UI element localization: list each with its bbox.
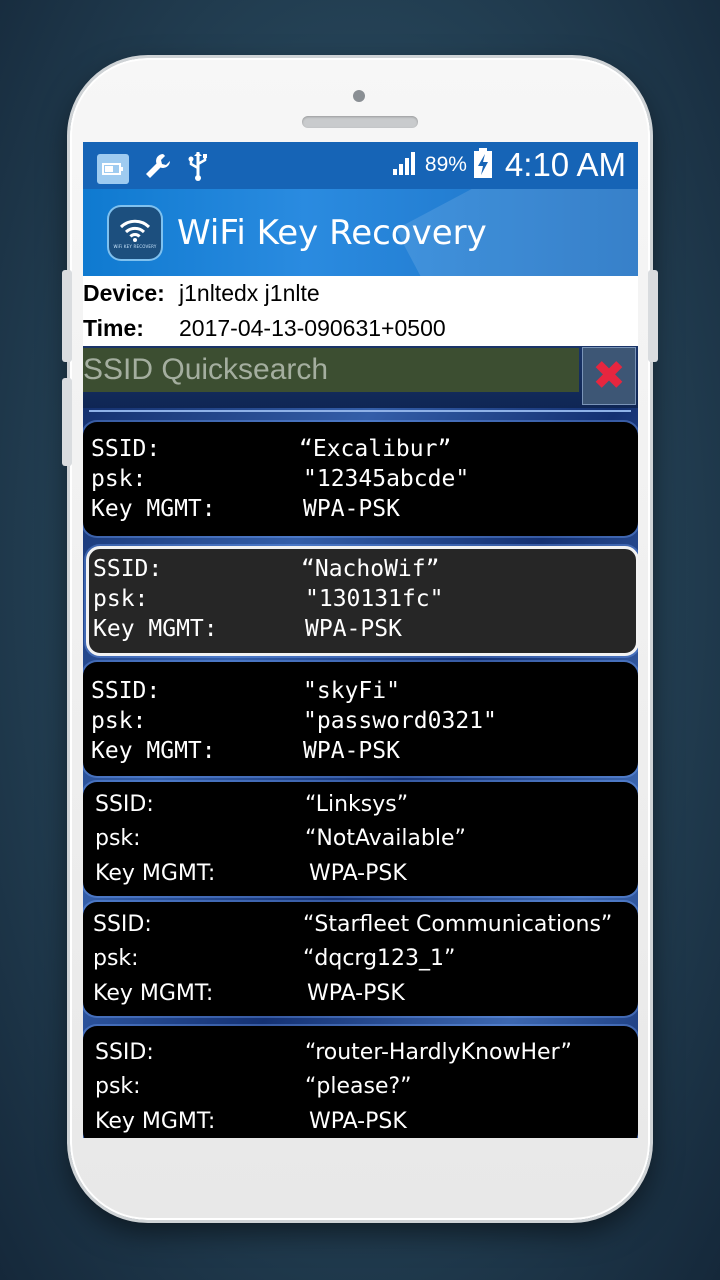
key-mgmt-label: Key MGMT: <box>93 981 214 1006</box>
phone-screen: 89% 4:10 AM WiFi KEY RECOVERY WiFi Key R… <box>83 142 638 1138</box>
clear-search-button[interactable]: ✖ <box>582 347 636 405</box>
ssid-value: “router-HardlyKnowHer” <box>305 1040 572 1065</box>
network-card-selected[interactable]: SSID: “NachoWif” psk: "130131fc" Key MGMT:… <box>86 546 638 656</box>
close-x-icon: ✖ <box>592 353 626 399</box>
psk-value: "130131fc" <box>305 586 444 612</box>
time-label: Time: <box>83 315 144 341</box>
psk-value: “please?” <box>305 1074 412 1099</box>
ssid-value: "skyFi" <box>303 678 400 704</box>
psk-value: “NotAvailable” <box>305 826 466 851</box>
device-label: Device: <box>83 280 165 306</box>
app-title: WiFi Key Recovery <box>177 213 487 253</box>
network-card[interactable]: SSID: "skyFi" psk: "password0321" Key MGMT… <box>83 662 638 776</box>
psk-label: psk: <box>95 826 141 851</box>
ssid-value: “Starfleet Communications” <box>303 912 613 937</box>
app-logo-caption: WiFi KEY RECOVERY <box>113 243 157 249</box>
battery-percent: 89% <box>424 153 467 176</box>
key-mgmt-label: Key MGMT: <box>91 496 216 522</box>
front-camera <box>353 90 365 102</box>
ssid-search-input[interactable] <box>83 348 579 392</box>
wrench-icon <box>143 151 173 187</box>
device-info-panel: Device: j1nltedx j1nlte Time: 2017-04-13… <box>83 276 638 346</box>
ssid-value: “Linksys” <box>305 792 409 817</box>
ssid-label: SSID: <box>95 1040 154 1065</box>
battery-saver-icon <box>97 154 129 184</box>
key-mgmt-label: Key MGMT: <box>95 1109 216 1134</box>
status-bar: 89% 4:10 AM <box>83 142 638 189</box>
earpiece-speaker <box>302 116 418 128</box>
key-mgmt-value: WPA-PSK <box>307 981 405 1006</box>
key-mgmt-value: WPA-PSK <box>309 1109 407 1134</box>
network-card[interactable]: SSID: “router-HardlyKnowHer” psk: “please?… <box>83 1026 638 1138</box>
psk-label: psk: <box>91 708 147 734</box>
battery-charging-icon <box>473 147 493 183</box>
key-mgmt-value: WPA-PSK <box>309 861 407 886</box>
network-card[interactable]: SSID: “Linksys” psk: “NotAvailable” Key MG… <box>83 782 638 896</box>
app-bar: WiFi KEY RECOVERY WiFi Key Recovery <box>83 189 638 276</box>
psk-label: psk: <box>93 946 139 971</box>
key-mgmt-label: Key MGMT: <box>91 738 216 764</box>
psk-value: “dqcrg123_1” <box>303 946 456 971</box>
volume-button <box>62 378 72 466</box>
key-mgmt-value: WPA-PSK <box>305 616 402 642</box>
clock: 4:10 AM <box>504 146 626 183</box>
search-divider <box>89 410 631 412</box>
usb-icon <box>187 150 209 188</box>
key-mgmt-value: WPA-PSK <box>303 738 400 764</box>
psk-label: psk: <box>93 586 149 612</box>
psk-label: psk: <box>95 1074 141 1099</box>
ssid-value: “NachoWif” <box>301 556 440 582</box>
device-value: j1nltedx j1nlte <box>179 280 320 306</box>
key-mgmt-label: Key MGMT: <box>93 616 218 642</box>
ssid-label: SSID: <box>91 436 161 462</box>
psk-value: "12345abcde" <box>303 466 470 492</box>
ssid-label: SSID: <box>95 792 154 817</box>
time-value: 2017-04-13-090631+0500 <box>179 315 446 341</box>
ssid-label: SSID: <box>91 678 161 704</box>
ssid-label: SSID: <box>93 912 152 937</box>
search-row: ✖ <box>83 346 638 408</box>
psk-label: psk: <box>91 466 147 492</box>
wifi-logo-icon: WiFi KEY RECOVERY <box>109 207 161 259</box>
key-mgmt-label: Key MGMT: <box>95 861 216 886</box>
network-card[interactable]: SSID: “Excalibur” psk: "12345abcde" Key MG… <box>83 422 638 536</box>
ssid-value: “Excalibur” <box>299 436 452 462</box>
ssid-label: SSID: <box>93 556 163 582</box>
volume-button <box>62 270 72 362</box>
power-button <box>648 270 658 362</box>
key-mgmt-value: WPA-PSK <box>303 496 400 522</box>
signal-bars-icon <box>391 149 419 181</box>
psk-value: "password0321" <box>303 708 497 734</box>
network-card[interactable]: SSID: “Starfleet Communications” psk: “dqc… <box>83 902 638 1016</box>
